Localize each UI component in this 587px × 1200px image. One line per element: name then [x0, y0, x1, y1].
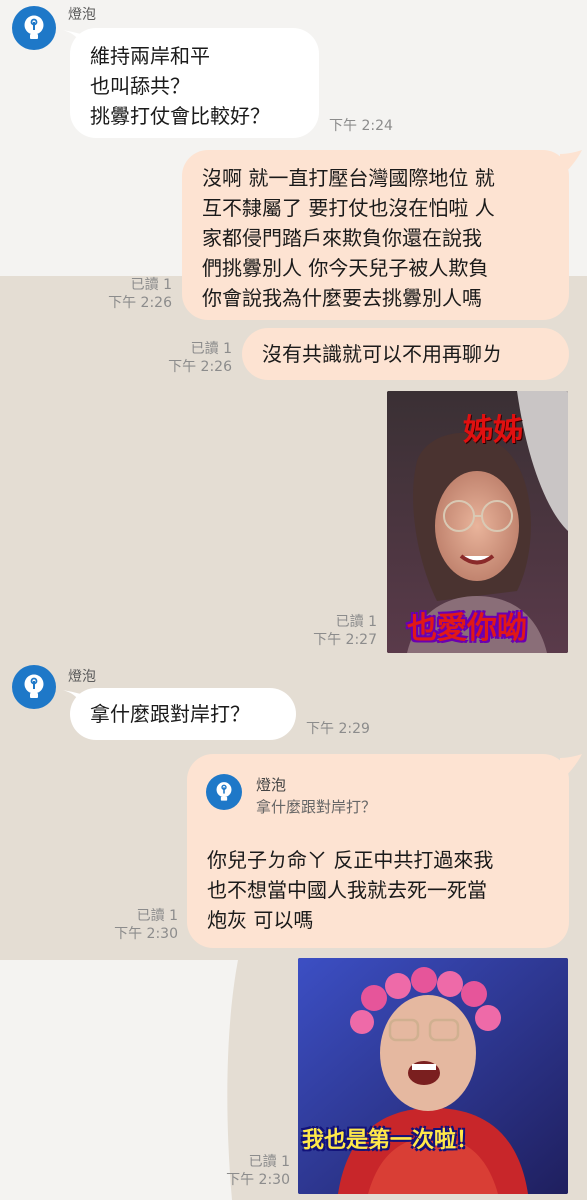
- quoted-sender-name: 燈泡: [256, 776, 287, 794]
- message-time: 下午 2:30: [226, 1172, 290, 1188]
- message-time: 下午 2:29: [306, 721, 370, 737]
- message-status: 已讀 1 下午 2:26: [160, 340, 232, 376]
- message-bubble-outgoing[interactable]: 沒有共識就可以不用再聊ㄌ: [242, 328, 569, 380]
- message-time: 下午 2:24: [329, 118, 393, 134]
- sent-photo[interactable]: 姊姊 也愛你呦: [387, 391, 568, 653]
- quoted-text: 拿什麼跟對岸打？: [256, 798, 377, 816]
- sent-photo[interactable]: 我也是第一次啦！: [298, 958, 568, 1194]
- message-text-line: 維持兩岸和平: [90, 44, 210, 68]
- message-text-line: 拿什麼跟對岸打？: [90, 702, 250, 726]
- message-text-line: 沒啊 就一直打壓台灣國際地位 就: [202, 166, 495, 190]
- message-status: 已讀 1 下午 2:30: [106, 907, 178, 943]
- message-text-line: 挑釁打仗會比較好？: [90, 104, 270, 128]
- message-text-line: 也不想當中國人我就去死一死當: [207, 878, 487, 902]
- message-time: 下午 2:26: [108, 295, 172, 311]
- photo-caption-bottom: 也愛你呦: [407, 611, 527, 646]
- message-text-line: 炮灰 可以嗎: [207, 908, 314, 932]
- reply-text: 你兒子ㄉ命ㄚ 反正中共打過來我 也不想當中國人我就去死一死當 炮灰 可以嗎: [207, 845, 493, 935]
- read-receipt: 已讀 1: [130, 277, 172, 293]
- read-receipt: 已讀 1: [335, 614, 377, 630]
- message-text-line: 家都侵門踏戶來欺負你還在說我: [202, 226, 482, 250]
- sender-name: 燈泡: [68, 669, 96, 685]
- contact-avatar[interactable]: [12, 665, 56, 709]
- lightbulb-icon: [24, 15, 44, 39]
- message-bubble-incoming[interactable]: 維持兩岸和平 也叫舔共？ 挑釁打仗會比較好？: [70, 28, 319, 138]
- message-text-line: 你會說我為什麼要去挑釁別人嗎: [202, 286, 482, 310]
- quoted-avatar: [206, 774, 242, 810]
- photo-caption: 我也是第一次啦！: [302, 1127, 479, 1153]
- message-time: 下午 2:26: [168, 359, 232, 375]
- message-status: 已讀 1 下午 2:26: [100, 276, 172, 312]
- message-status: 已讀 1 下午 2:27: [305, 613, 377, 649]
- photo-image: [298, 958, 568, 1194]
- message-text-line: 互不隸屬了 要打仗也沒在怕啦 人: [202, 196, 495, 220]
- lightbulb-icon: [24, 674, 44, 698]
- lightbulb-icon: [216, 782, 232, 801]
- sender-name: 燈泡: [68, 7, 96, 23]
- photo-caption-top: 姊姊: [463, 413, 523, 448]
- message-text-line: 你兒子ㄉ命ㄚ 反正中共打過來我: [207, 848, 494, 872]
- read-receipt: 已讀 1: [136, 908, 178, 924]
- read-receipt: 已讀 1: [190, 341, 232, 357]
- message-time: 下午 2:27: [313, 632, 377, 648]
- message-text-line: 們挑釁別人 你今天兒子被人欺負: [202, 256, 489, 280]
- message-text-line: 也叫舔共？: [90, 74, 190, 98]
- quoted-message[interactable]: 燈泡 拿什麼跟對岸打？: [206, 770, 566, 830]
- message-time: 下午 2:30: [114, 926, 178, 942]
- message-bubble-incoming[interactable]: 拿什麼跟對岸打？: [70, 688, 296, 740]
- message-status: 已讀 1 下午 2:30: [218, 1153, 290, 1189]
- read-receipt: 已讀 1: [248, 1154, 290, 1170]
- message-bubble-outgoing[interactable]: 沒啊 就一直打壓台灣國際地位 就 互不隸屬了 要打仗也沒在怕啦 人 家都侵門踏戶…: [182, 150, 569, 320]
- message-text-line: 沒有共識就可以不用再聊ㄌ: [262, 342, 502, 366]
- contact-avatar[interactable]: [12, 6, 56, 50]
